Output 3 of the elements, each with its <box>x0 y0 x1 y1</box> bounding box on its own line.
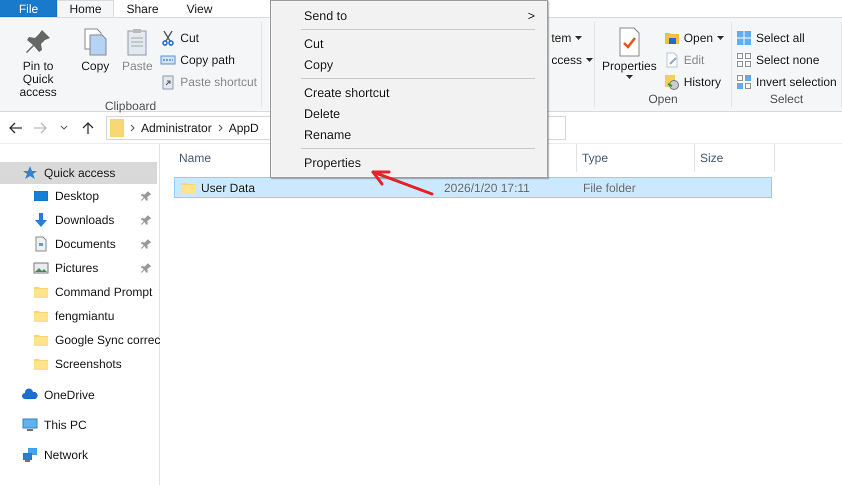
group-label: Clipboard <box>104 99 158 115</box>
group-label: Open <box>647 92 679 108</box>
group-label: Select <box>768 92 804 108</box>
